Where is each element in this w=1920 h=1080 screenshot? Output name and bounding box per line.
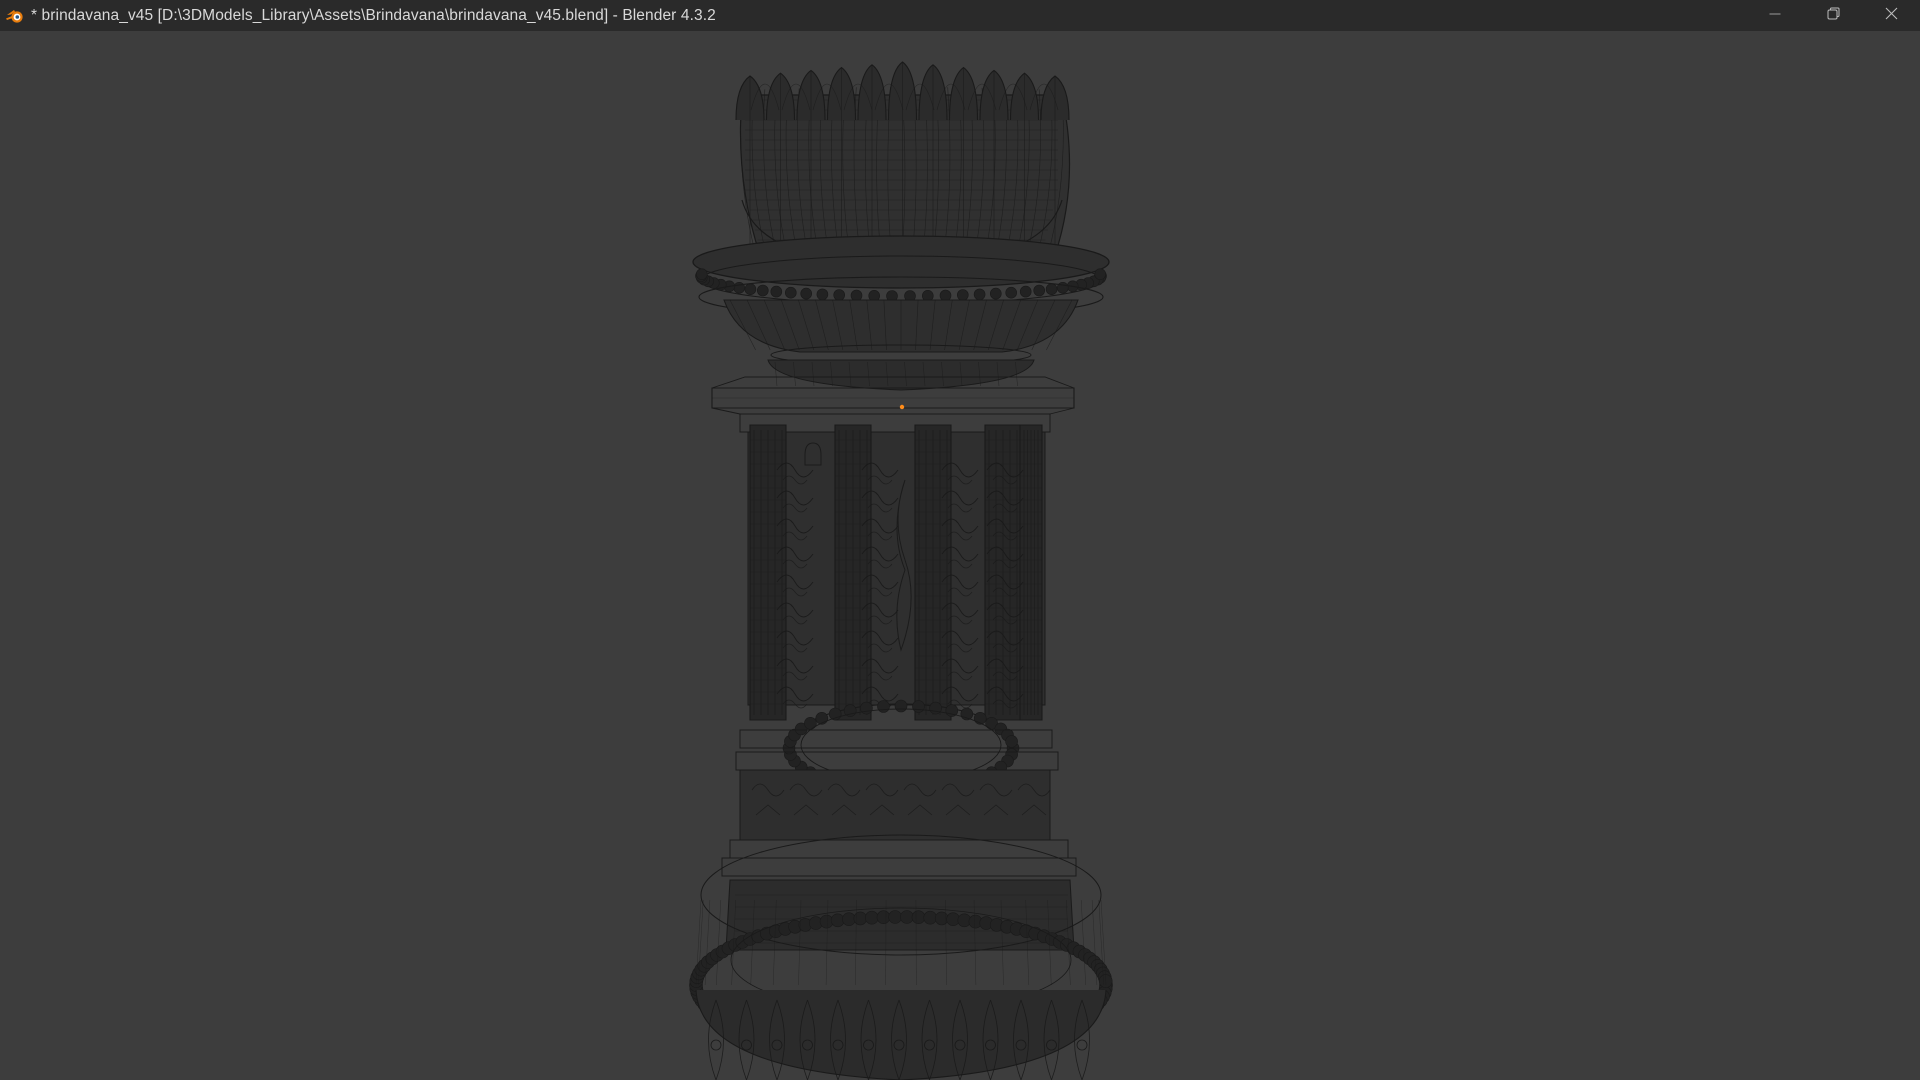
close-icon (1885, 7, 1898, 25)
blender-logo-icon (5, 6, 25, 26)
window-title: * brindavana_v45 [D:\3DModels_Library\As… (31, 6, 716, 24)
restore-button[interactable] (1804, 0, 1862, 31)
pillar-body (747, 424, 1046, 721)
3d-viewport[interactable] (0, 31, 1920, 1080)
lower-bowl (723, 299, 1079, 391)
object-origin-dot (899, 404, 905, 410)
bottom-lotus-bowl (689, 834, 1113, 1080)
minimize-button[interactable] (1746, 0, 1804, 31)
window-controls (1746, 0, 1920, 31)
wireframe-model (689, 61, 1113, 1080)
close-button[interactable] (1862, 0, 1920, 31)
title-bar[interactable]: * brindavana_v45 [D:\3DModels_Library\As… (0, 0, 1920, 31)
lotus-crown (735, 61, 1071, 263)
blender-window: * brindavana_v45 [D:\3DModels_Library\As… (0, 0, 1920, 1080)
minimize-icon (1769, 7, 1781, 25)
restore-icon (1827, 7, 1840, 25)
